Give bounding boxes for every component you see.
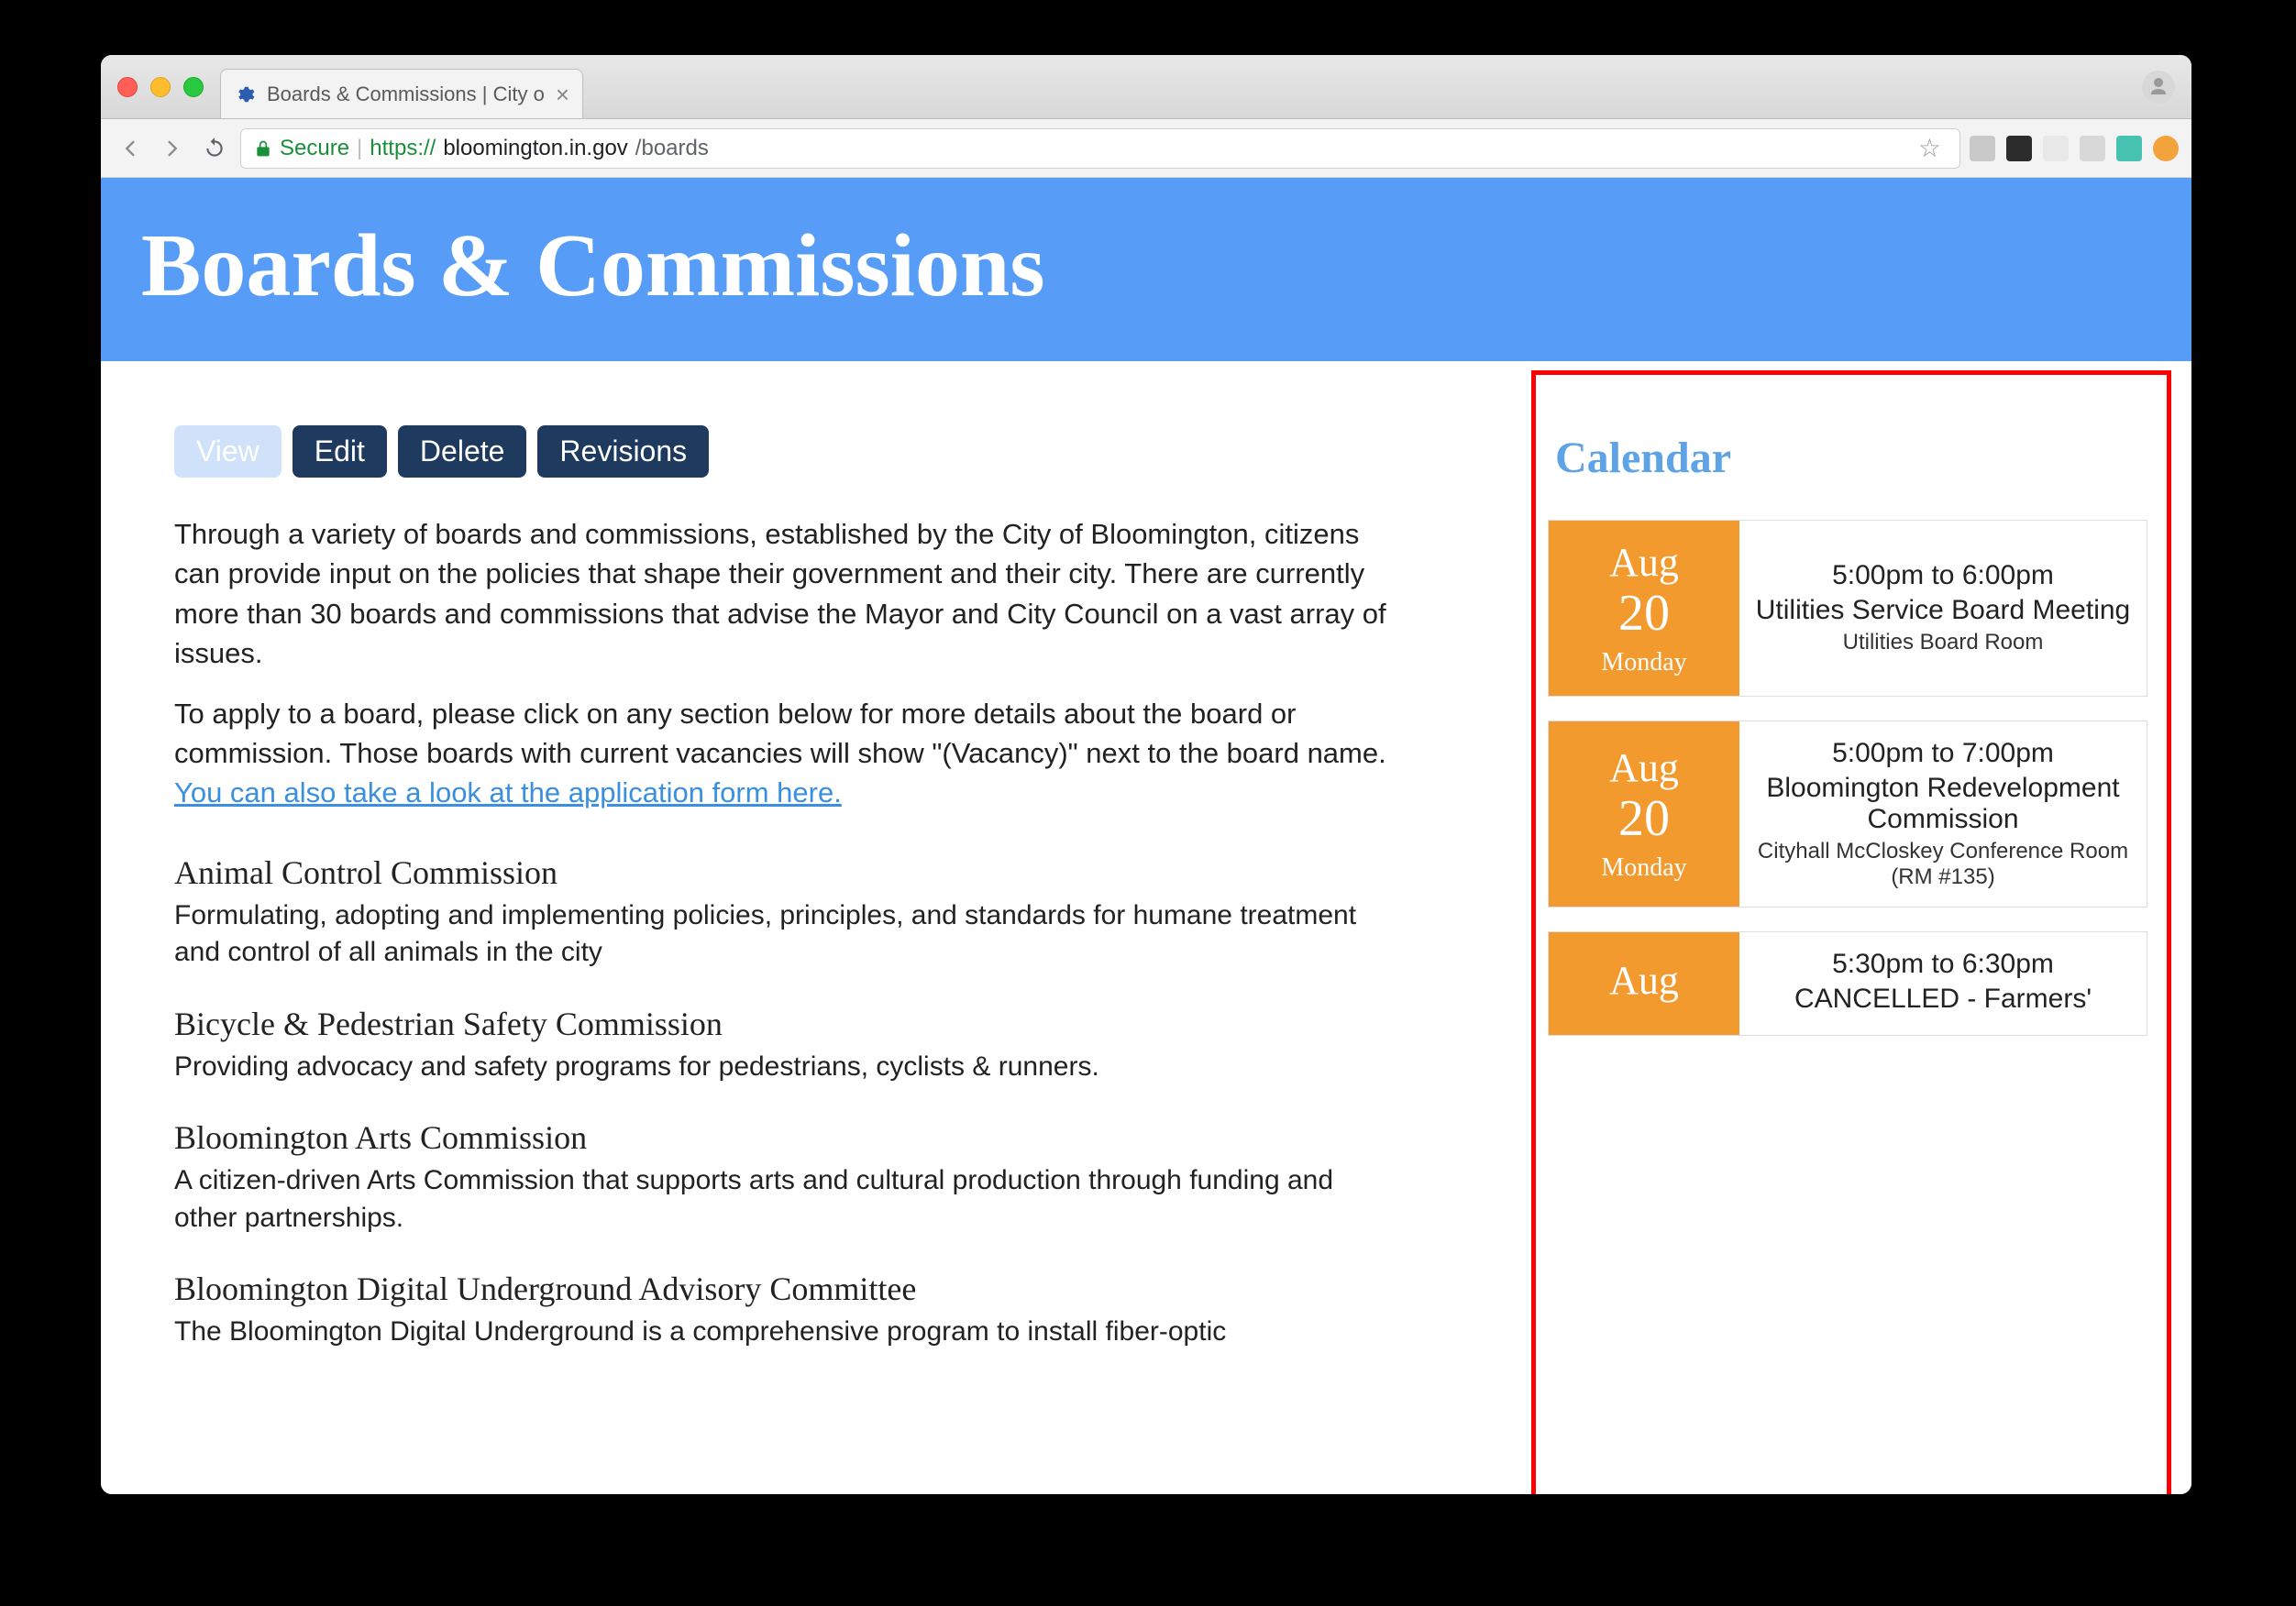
page-viewport: Boards & Commissions View Edit Delete Re… [101,178,2191,1494]
intro-paragraph-apply: To apply to a board, please click on any… [174,694,1403,813]
browser-window: Boards & Commissions | City o × Secure [101,55,2191,1494]
browser-tab[interactable]: Boards & Commissions | City o × [220,69,583,118]
favicon-gear-icon [234,83,256,105]
secure-badge: Secure [254,136,349,161]
window-titlebar: Boards & Commissions | City o × [101,55,2191,119]
intro-paragraph: Through a variety of boards and commissi… [174,514,1403,674]
event-time: 5:00pm to 7:00pm [1750,738,2136,769]
page-header: Boards & Commissions [101,178,2191,361]
board-item[interactable]: Animal Control Commission Formulating, a… [174,853,1403,972]
event-location: Cityhall McCloskey Conference Room (RM #… [1750,839,2136,890]
board-item[interactable]: Bicycle & Pedestrian Safety Commission P… [174,1005,1403,1086]
lock-icon [254,139,272,158]
event-location: Utilities Board Room [1750,630,2136,655]
board-item[interactable]: Bloomington Arts Commission A citizen-dr… [174,1118,1403,1237]
event-title: CANCELLED - Farmers' [1750,984,2136,1015]
event-body: 5:00pm to 6:00pm Utilities Service Board… [1739,521,2147,696]
event-title: Utilities Service Board Meeting [1750,595,2136,626]
extension-icon[interactable] [1970,136,1995,161]
tab-delete[interactable]: Delete [398,425,527,478]
extension-icon[interactable] [2080,136,2105,161]
extension-icon[interactable] [2043,136,2069,161]
event-date: Aug 20 Monday [1549,521,1739,696]
bookmark-star-icon[interactable]: ☆ [1918,133,1941,163]
event-card[interactable]: Aug 20 Monday 5:00pm to 7:00pm Bloomingt… [1548,720,2147,908]
board-title: Bloomington Arts Commission [174,1118,1403,1157]
event-date: Aug [1549,932,1739,1035]
tab-revisions[interactable]: Revisions [537,425,709,478]
event-date: Aug 20 Monday [1549,721,1739,907]
address-bar[interactable]: Secure | https://bloomington.in.gov/boar… [240,128,1960,169]
board-title: Bloomington Digital Underground Advisory… [174,1270,1403,1308]
application-form-link[interactable]: You can also take a look at the applicat… [174,776,842,808]
extension-icon[interactable] [2153,136,2179,161]
url-scheme: https:// [370,136,436,161]
reload-button[interactable] [198,132,231,165]
calendar-heading: Calendar [1555,433,2155,483]
board-description: Formulating, adopting and implementing p… [174,897,1403,972]
board-description: Providing advocacy and safety programs f… [174,1049,1403,1086]
main-content: View Edit Delete Revisions Through a var… [174,425,1513,1384]
profile-avatar-icon[interactable] [2142,71,2175,104]
board-item[interactable]: Bloomington Digital Underground Advisory… [174,1270,1403,1351]
board-description: The Bloomington Digital Underground is a… [174,1314,1403,1351]
extension-icons [1970,136,2179,161]
browser-toolbar: Secure | https://bloomington.in.gov/boar… [101,119,2191,178]
event-card[interactable]: Aug 5:30pm to 6:30pm CANCELLED - Farmers… [1548,931,2147,1036]
board-title: Bicycle & Pedestrian Safety Commission [174,1005,1403,1043]
extension-pocket-icon[interactable] [2006,136,2032,161]
close-tab-button[interactable]: × [556,82,569,106]
minimize-window-button[interactable] [150,77,171,97]
extension-icon[interactable] [2116,136,2142,161]
admin-tabs: View Edit Delete Revisions [174,425,1513,478]
secure-label: Secure [280,136,349,161]
boards-list: Animal Control Commission Formulating, a… [174,853,1513,1351]
tab-title: Boards & Commissions | City o [267,82,545,106]
close-window-button[interactable] [117,77,138,97]
maximize-window-button[interactable] [183,77,204,97]
forward-button[interactable] [156,132,189,165]
tab-view[interactable]: View [174,425,281,478]
page-title: Boards & Commissions [141,214,2151,317]
tab-edit[interactable]: Edit [293,425,387,478]
window-controls [117,77,204,97]
event-time: 5:00pm to 6:00pm [1750,560,2136,591]
url-host: bloomington.in.gov [443,136,627,161]
url-path: /boards [635,136,709,161]
board-title: Animal Control Commission [174,853,1403,892]
board-description: A citizen-driven Arts Commission that su… [174,1162,1403,1237]
calendar-sidebar: Calendar Aug 20 Monday 5:00pm to 6:00pm … [1540,425,2155,1384]
events-list: Aug 20 Monday 5:00pm to 6:00pm Utilities… [1540,520,2155,1036]
back-button[interactable] [114,132,147,165]
event-time: 5:30pm to 6:30pm [1750,949,2136,980]
event-card[interactable]: Aug 20 Monday 5:00pm to 6:00pm Utilities… [1548,520,2147,697]
event-body: 5:30pm to 6:30pm CANCELLED - Farmers' [1739,932,2147,1035]
event-title: Bloomington Redevelopment Commission [1750,773,2136,835]
event-body: 5:00pm to 7:00pm Bloomington Redevelopme… [1739,721,2147,907]
